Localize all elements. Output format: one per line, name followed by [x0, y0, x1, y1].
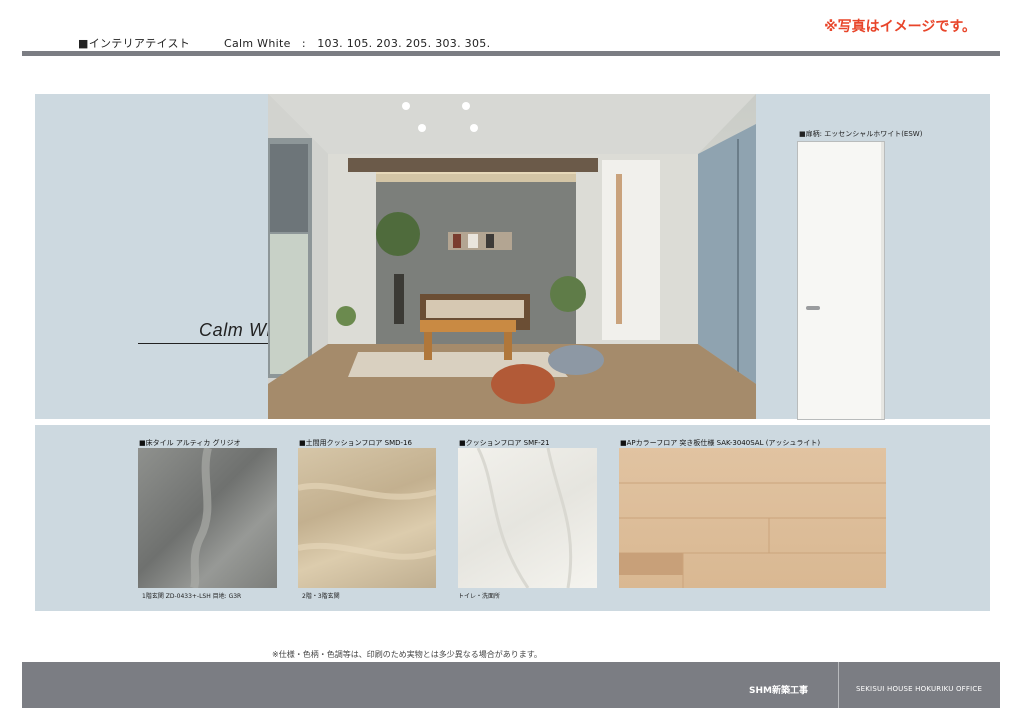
header-divider: [22, 51, 1000, 56]
swatch-cushion-floor-entrance: [298, 448, 436, 588]
swatch-cushion-floor: [458, 448, 597, 588]
disclaimer: ※仕様・色柄・色調等は、印刷のため実物とは多少異なる場合があります。: [272, 650, 542, 659]
swatch-ap-color-floor: [619, 448, 886, 588]
swatch-floor-tile: [138, 448, 277, 588]
door-handle-icon: [806, 306, 820, 310]
door-label: ■扉柄: エッセンシャルホワイト(ESW): [799, 130, 923, 138]
image-note: ※写真はイメージです。: [824, 19, 976, 35]
footer-bar: [22, 662, 1000, 708]
door-sample: [797, 141, 885, 420]
sample-label-ap-color-floor: ■APカラーフロア 突き板仕様 SAK-3040SAL (アッシュライト): [620, 439, 821, 447]
header-title: ■インテリアテイスト Calm White : 103. 105. 203. 2…: [78, 37, 491, 50]
footer-divider: [838, 662, 839, 708]
sample-sub-cushion-floor: トイレ・洗面所: [458, 593, 501, 600]
sample-label-floor-tile: ■床タイル アルティカ グリジオ: [139, 439, 241, 447]
sample-sub-floor-tile: 1階玄関 ZD-0433+-LSH 目地: G3R: [142, 593, 242, 600]
room-photo: [268, 94, 756, 419]
footer-project: SHM新築工事: [749, 686, 808, 696]
sample-sub-cushion-floor-entrance: 2階・3階玄関: [302, 593, 340, 600]
sample-label-cushion-floor: ■クッションフロア SMF-21: [459, 439, 550, 447]
sample-label-cushion-floor-entrance: ■土間用クッションフロア SMD-16: [299, 439, 412, 447]
footer-office: SEKISUI HOUSE HOKURIKU OFFICE: [856, 685, 983, 693]
